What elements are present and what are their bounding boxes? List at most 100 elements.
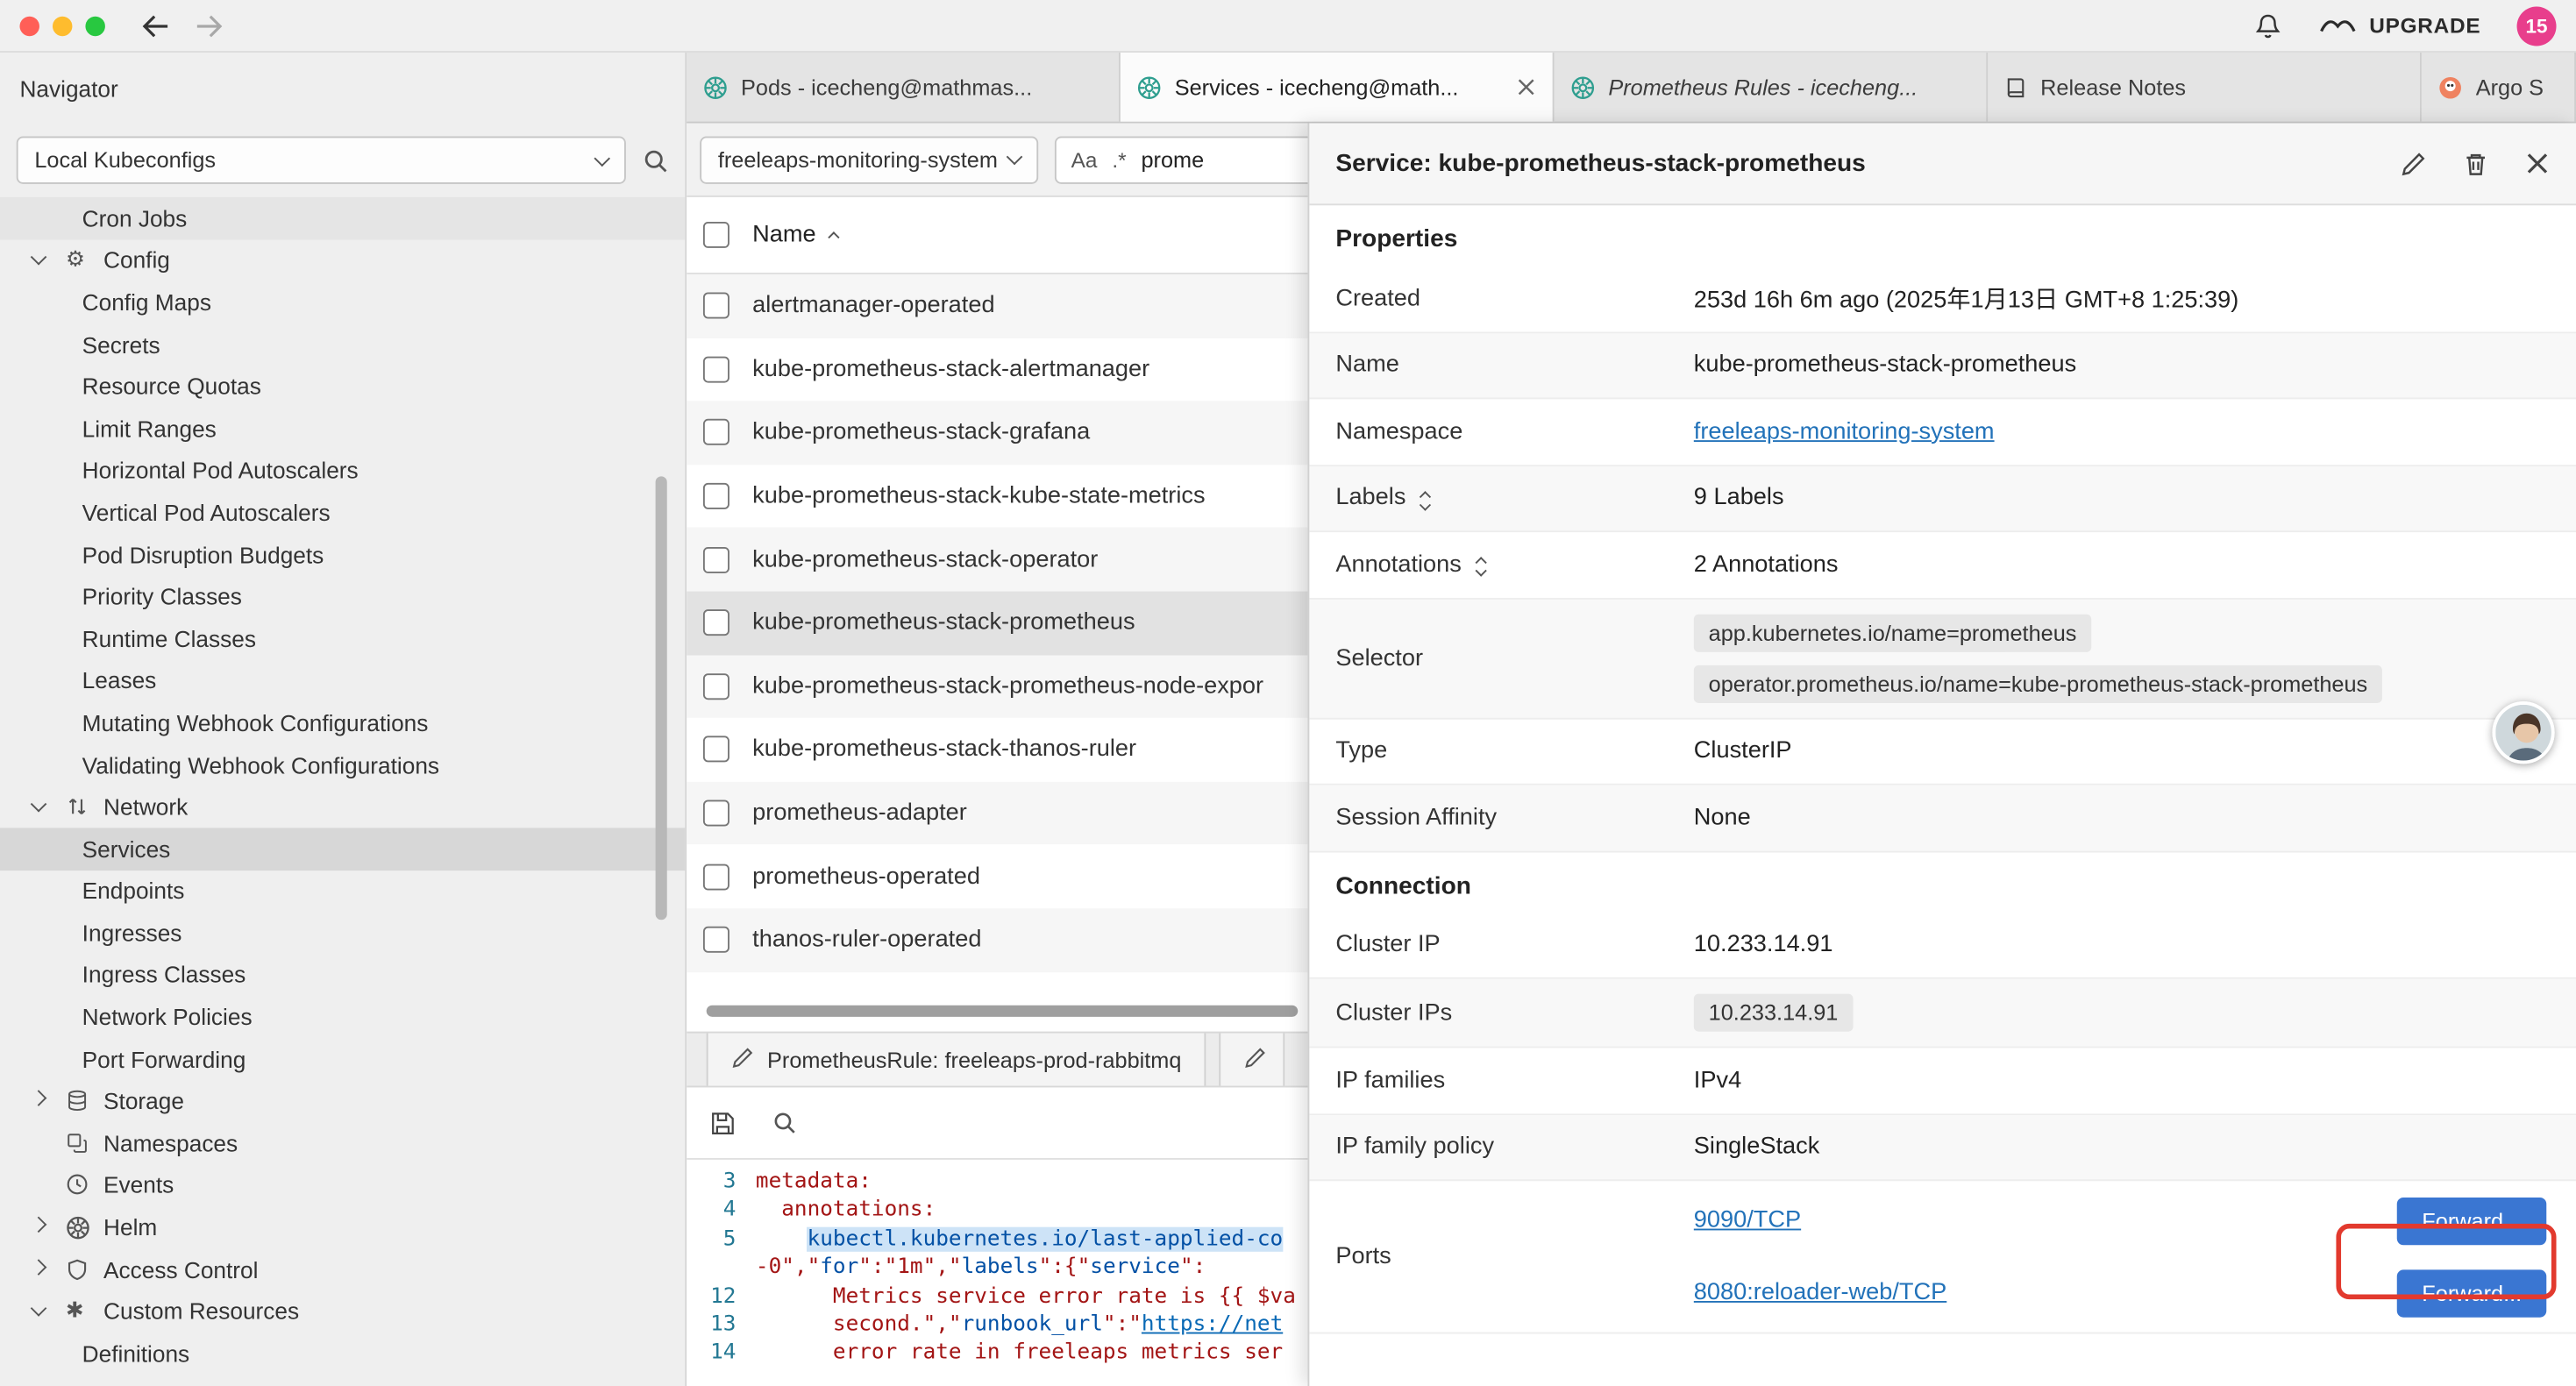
detail-link[interactable]: freeleaps-monitoring-system bbox=[1694, 418, 1995, 444]
table-row-kube-prometheus-stack-prometheus[interactable]: kube-prometheus-stack-prometheus bbox=[687, 591, 1307, 654]
sidebar-item-definitions[interactable]: Definitions bbox=[0, 1333, 685, 1375]
row-checkbox[interactable] bbox=[703, 546, 729, 572]
back-icon[interactable] bbox=[141, 14, 169, 37]
table-row-kube-prometheus-stack-grafana[interactable]: kube-prometheus-stack-grafana bbox=[687, 402, 1307, 465]
table-row-kube-prometheus-stack-operator[interactable]: kube-prometheus-stack-operator bbox=[687, 528, 1307, 591]
table-row-kube-prometheus-stack-alertmanager[interactable]: kube-prometheus-stack-alertmanager bbox=[687, 338, 1307, 401]
table-row-alertmanager-operated[interactable]: alertmanager-operated bbox=[687, 274, 1307, 338]
sidebar-item-label: Config Maps bbox=[82, 289, 211, 316]
sidebar-item-custom-resources[interactable]: ✱Custom Resources bbox=[0, 1290, 685, 1333]
sidebar-item-config[interactable]: ⚙Config bbox=[0, 239, 685, 281]
notifications-bell-icon[interactable] bbox=[2254, 11, 2282, 40]
row-checkbox[interactable] bbox=[703, 864, 729, 890]
row-checkbox[interactable] bbox=[703, 673, 729, 700]
sidebar-item-priority-classes[interactable]: Priority Classes bbox=[0, 575, 685, 617]
table-row-kube-prometheus-stack-kube-state-metrics[interactable]: kube-prometheus-stack-kube-state-metrics bbox=[687, 465, 1307, 528]
sidebar-scrollbar[interactable] bbox=[656, 476, 667, 920]
tab-prometheus-rules-icecheng[interactable]: Prometheus Rules - icecheng... bbox=[1555, 53, 1989, 122]
sidebar-item-limit-ranges[interactable]: Limit Ranges bbox=[0, 408, 685, 450]
namespace-filter-selector[interactable]: freeleaps-monitoring-system bbox=[700, 136, 1038, 183]
save-icon[interactable] bbox=[709, 1110, 736, 1136]
edit-icon[interactable] bbox=[2401, 150, 2427, 176]
table-row-thanos-ruler-operated[interactable]: thanos-ruler-operated bbox=[687, 908, 1307, 971]
detail-label: Created bbox=[1335, 286, 1693, 312]
list-search-input[interactable]: Aa .* prome bbox=[1055, 136, 1308, 183]
dock-tab-next[interactable] bbox=[1220, 1034, 1285, 1086]
port-link[interactable]: 8080:reloader-web/TCP bbox=[1694, 1280, 1946, 1306]
sidebar-item-port-forwarding[interactable]: Port Forwarding bbox=[0, 1038, 685, 1080]
tab-services-icecheng-math[interactable]: Services - icecheng@math... bbox=[1121, 53, 1555, 124]
port-forward-button[interactable]: Forward... bbox=[2397, 1269, 2546, 1316]
upgrade-label: UPGRADE bbox=[2369, 13, 2480, 38]
notification-count-badge[interactable]: 15 bbox=[2517, 6, 2557, 46]
port-link[interactable]: 9090/TCP bbox=[1694, 1207, 1801, 1233]
close-icon[interactable] bbox=[2525, 151, 2550, 175]
sidebar-item-label: Runtime Classes bbox=[82, 625, 256, 651]
sidebar-item-network-policies[interactable]: Network Policies bbox=[0, 996, 685, 1038]
sidebar-item-helm[interactable]: Helm bbox=[0, 1206, 685, 1248]
sidebar-item-storage[interactable]: Storage bbox=[0, 1080, 685, 1122]
sidebar-item-leases[interactable]: Leases bbox=[0, 659, 685, 701]
sidebar-item-namespaces[interactable]: Namespaces bbox=[0, 1122, 685, 1164]
sidebar-item-pod-disruption-budgets[interactable]: Pod Disruption Budgets bbox=[0, 533, 685, 575]
sidebar-item-label: Port Forwarding bbox=[82, 1046, 246, 1072]
sidebar-item-services[interactable]: Services bbox=[0, 828, 685, 870]
tab-pods-icecheng-mathmas[interactable]: Pods - icecheng@mathmas... bbox=[687, 53, 1121, 122]
table-row-kube-prometheus-stack-thanos-ruler[interactable]: kube-prometheus-stack-thanos-ruler bbox=[687, 718, 1307, 781]
sidebar-item-endpoints[interactable]: Endpoints bbox=[0, 870, 685, 912]
table-row-kube-prometheus-stack-prometheus-node-expor[interactable]: kube-prometheus-stack-prometheus-node-ex… bbox=[687, 655, 1307, 718]
sidebar-item-vertical-pod-autoscalers[interactable]: Vertical Pod Autoscalers bbox=[0, 492, 685, 534]
close-tab-icon[interactable] bbox=[1516, 77, 1535, 96]
line-number: 14 bbox=[687, 1340, 756, 1368]
kubeconfig-selector[interactable]: Local Kubeconfigs bbox=[17, 137, 626, 184]
avatar[interactable] bbox=[2492, 701, 2554, 764]
upgrade-button[interactable]: UPGRADE bbox=[2318, 11, 2480, 39]
row-checkbox[interactable] bbox=[703, 293, 729, 319]
helm-wheel-icon bbox=[66, 1215, 103, 1240]
select-all-checkbox[interactable] bbox=[703, 222, 729, 248]
chevron-right-icon bbox=[32, 1098, 65, 1104]
yaml-editor[interactable]: 3metadata:4 annotations:5 kubectl.kubern… bbox=[687, 1160, 1307, 1386]
expand-toggle-icon[interactable] bbox=[1477, 554, 1484, 575]
horizontal-scrollbar[interactable] bbox=[707, 1006, 1299, 1017]
sidebar-item-label: Ingress Classes bbox=[82, 962, 246, 988]
dock-tab-prometheusrule[interactable]: PrometheusRule: freeleaps-prod-rabbitmq bbox=[707, 1034, 1206, 1086]
expand-toggle-icon[interactable] bbox=[1420, 487, 1428, 508]
delete-icon[interactable] bbox=[2463, 150, 2489, 176]
port-forward-button[interactable]: Forward... bbox=[2397, 1197, 2546, 1244]
sidebar-item-ingress-classes[interactable]: Ingress Classes bbox=[0, 954, 685, 996]
line-number: 13 bbox=[687, 1311, 756, 1340]
sidebar-item-resource-quotas[interactable]: Resource Quotas bbox=[0, 366, 685, 408]
sidebar-item-mutating-webhook-configurations[interactable]: Mutating Webhook Configurations bbox=[0, 701, 685, 743]
sidebar-item-network[interactable]: Network bbox=[0, 785, 685, 828]
forward-icon[interactable] bbox=[196, 14, 224, 37]
row-checkbox[interactable] bbox=[703, 356, 729, 382]
sidebar-item-validating-webhook-configurations[interactable]: Validating Webhook Configurations bbox=[0, 743, 685, 785]
column-header-name[interactable]: Name bbox=[752, 222, 837, 248]
row-checkbox[interactable] bbox=[703, 610, 729, 636]
close-window-button[interactable] bbox=[19, 16, 39, 35]
row-checkbox[interactable] bbox=[703, 420, 729, 446]
row-checkbox[interactable] bbox=[703, 483, 729, 509]
row-checkbox[interactable] bbox=[703, 736, 729, 763]
tab-release-notes[interactable]: Release Notes bbox=[1988, 53, 2422, 122]
row-checkbox[interactable] bbox=[703, 927, 729, 953]
sidebar-item-access-control[interactable]: Access Control bbox=[0, 1248, 685, 1290]
table-row-prometheus-adapter[interactable]: prometheus-adapter bbox=[687, 781, 1307, 844]
sidebar-item-ingresses[interactable]: Ingresses bbox=[0, 912, 685, 954]
editor-search-icon[interactable] bbox=[772, 1111, 797, 1135]
sidebar-search-icon[interactable] bbox=[643, 147, 669, 174]
row-checkbox[interactable] bbox=[703, 800, 729, 827]
minimize-window-button[interactable] bbox=[53, 16, 72, 35]
table-row-prometheus-operated[interactable]: prometheus-operated bbox=[687, 845, 1307, 908]
sidebar-item-secrets[interactable]: Secrets bbox=[0, 323, 685, 366]
match-case-toggle[interactable]: Aa bbox=[1071, 147, 1098, 172]
sidebar-item-horizontal-pod-autoscalers[interactable]: Horizontal Pod Autoscalers bbox=[0, 450, 685, 492]
sidebar-item-config-maps[interactable]: Config Maps bbox=[0, 281, 685, 323]
sidebar-item-events[interactable]: Events bbox=[0, 1164, 685, 1206]
sidebar-item-runtime-classes[interactable]: Runtime Classes bbox=[0, 617, 685, 659]
sidebar-item-cron-jobs[interactable]: Cron Jobs bbox=[0, 197, 685, 239]
regex-toggle[interactable]: .* bbox=[1112, 147, 1126, 172]
zoom-window-button[interactable] bbox=[85, 16, 104, 35]
tab-argo-s[interactable]: Argo S bbox=[2422, 53, 2576, 122]
